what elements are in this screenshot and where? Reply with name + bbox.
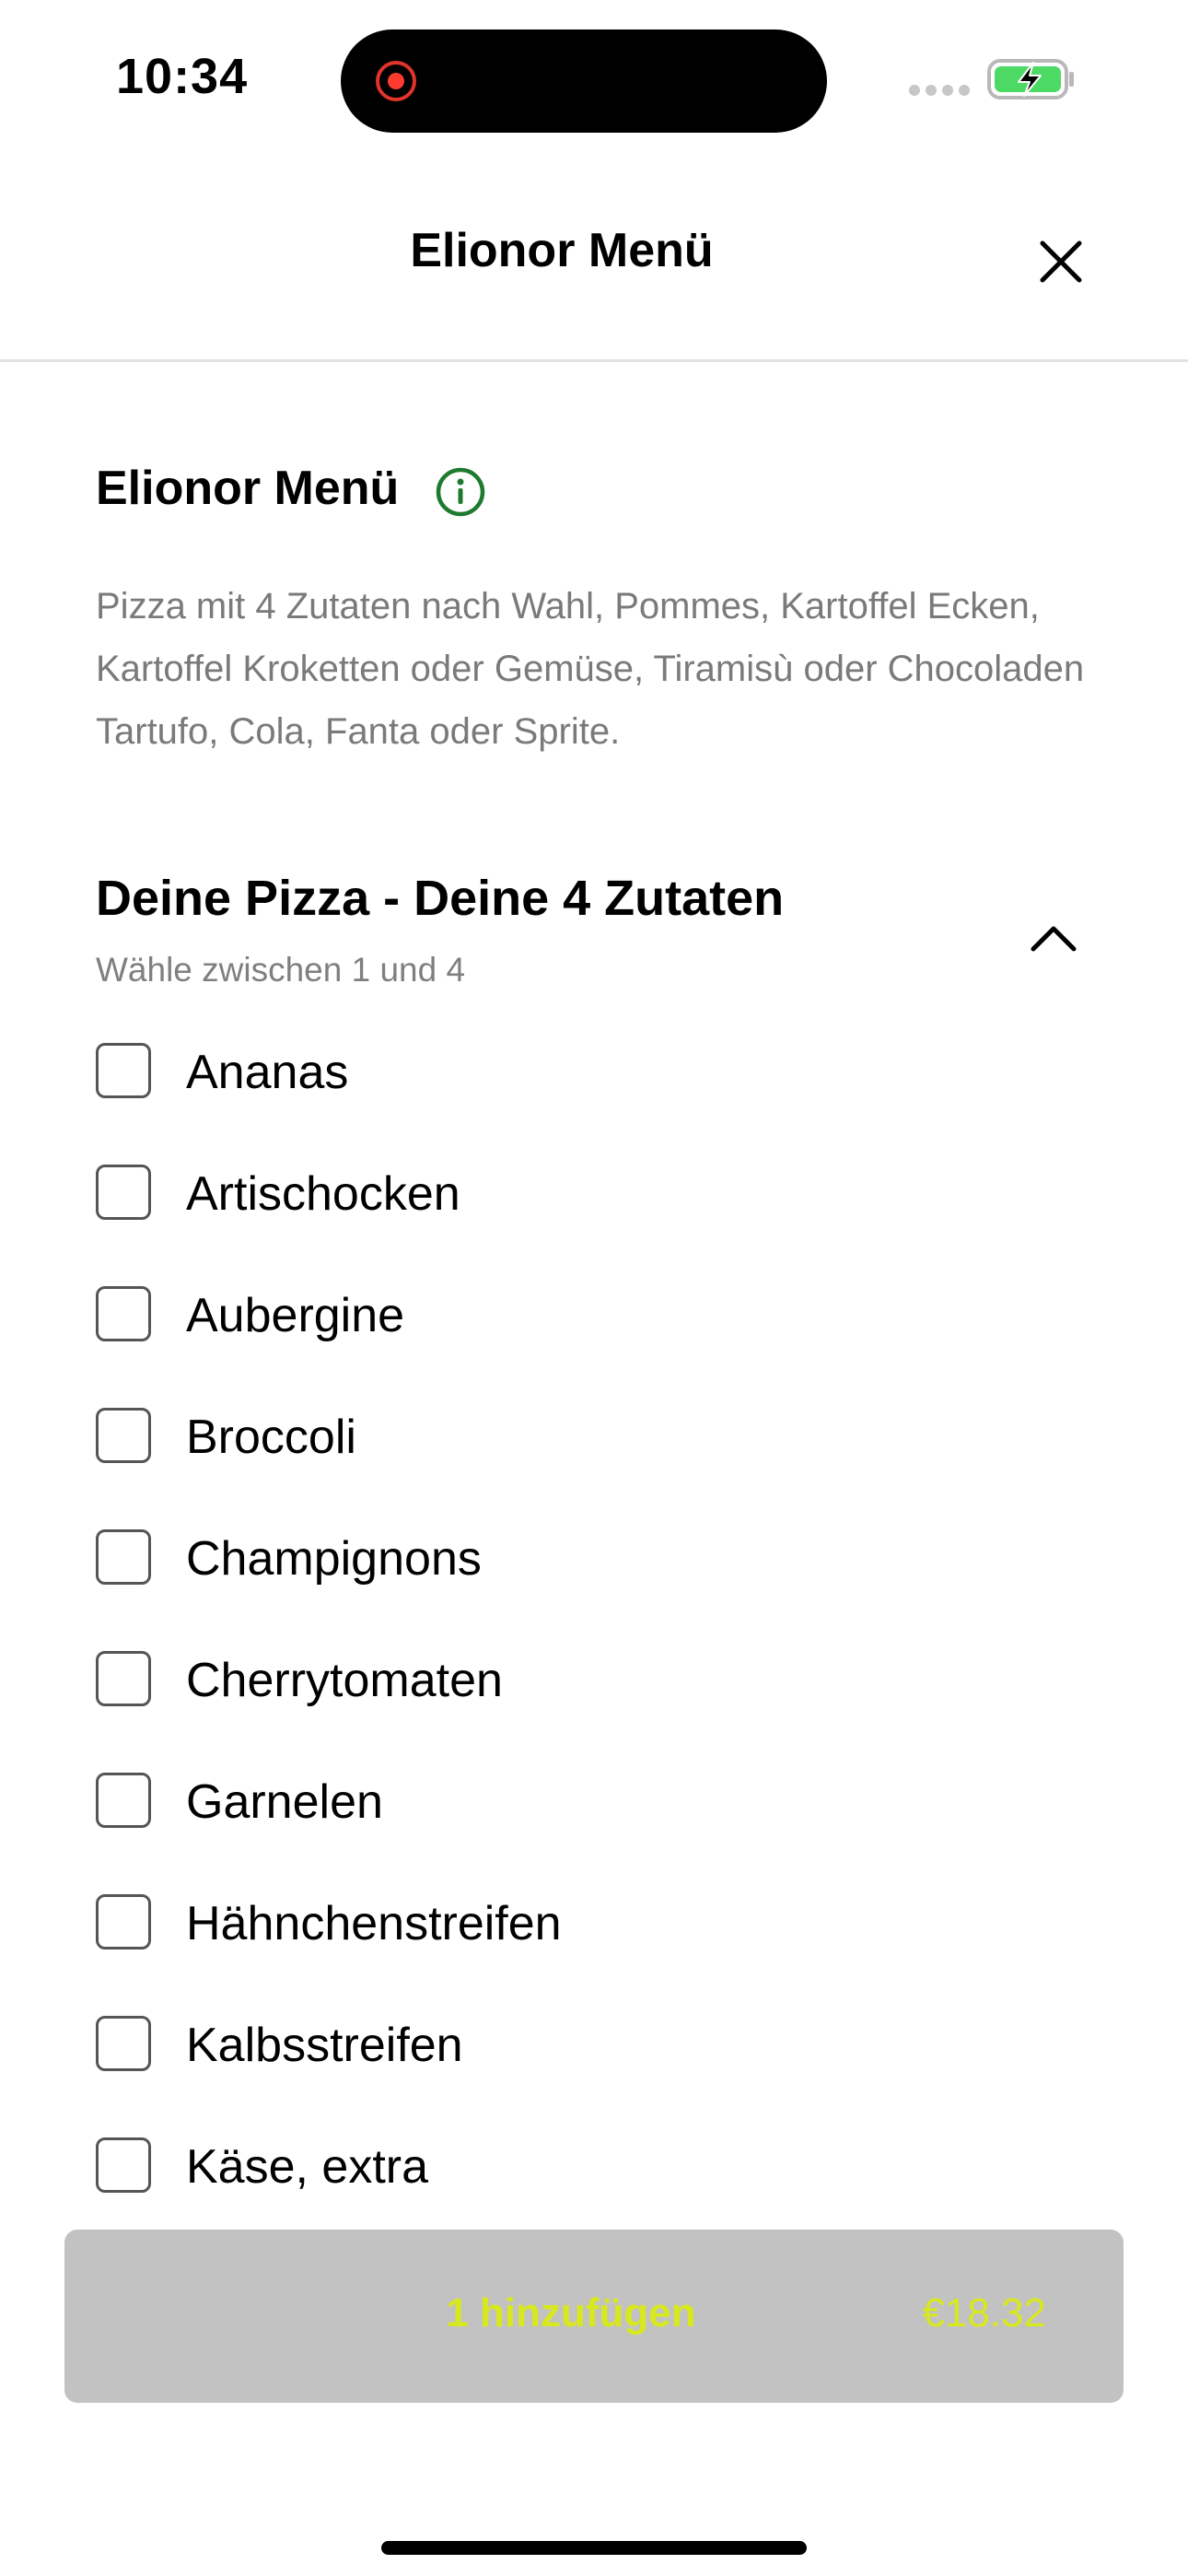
option-garnelen[interactable]: Garnelen	[96, 1773, 1017, 1832]
checkbox[interactable]	[96, 2016, 151, 2071]
option-label: Cherrytomaten	[186, 1654, 503, 1707]
option-cherrytomaten[interactable]: Cherrytomaten	[96, 1651, 1017, 1710]
option-broccoli[interactable]: Broccoli	[96, 1408, 1017, 1467]
checkbox[interactable]	[96, 1165, 151, 1220]
dynamic-island	[341, 29, 827, 133]
option-ananas[interactable]: Ananas	[96, 1043, 1017, 1102]
record-icon	[376, 61, 416, 101]
checkbox[interactable]	[96, 2137, 151, 2193]
home-indicator[interactable]	[381, 2541, 807, 2555]
option-label: Artischocken	[186, 1167, 460, 1221]
option-label: Aubergine	[186, 1289, 405, 1342]
option-group-subtitle: Wähle zwischen 1 und 4	[96, 951, 466, 989]
option-kalbsstreifen[interactable]: Kalbsstreifen	[96, 2016, 1017, 2075]
checkbox[interactable]	[96, 1529, 151, 1585]
checkbox[interactable]	[96, 1651, 151, 1706]
info-icon[interactable]	[435, 466, 486, 518]
option-label: Käse, extra	[186, 2140, 429, 2194]
modal-header: Elionor Menü	[0, 175, 1188, 362]
add-button-price: €18.32	[922, 2290, 1046, 2336]
option-group-title: Deine Pizza - Deine 4 Zutaten	[96, 871, 785, 926]
status-bar: 10:34	[0, 0, 1188, 157]
close-icon[interactable]	[1031, 232, 1090, 291]
option-aubergine[interactable]: Aubergine	[96, 1286, 1017, 1345]
option-label: Broccoli	[186, 1411, 356, 1464]
option-label: Hähnchenstreifen	[186, 1897, 562, 1950]
checkbox[interactable]	[96, 1286, 151, 1341]
header-title: Elionor Menü	[410, 224, 714, 277]
option-artischocken[interactable]: Artischocken	[96, 1165, 1017, 1224]
checkbox[interactable]	[96, 1043, 151, 1098]
option-haehnchenstreifen[interactable]: Hähnchenstreifen	[96, 1894, 1017, 1953]
chevron-up-icon[interactable]	[1024, 914, 1083, 958]
option-kaese-extra[interactable]: Käse, extra	[96, 2137, 1017, 2196]
signal-icon	[909, 85, 970, 96]
option-label: Ananas	[186, 1046, 349, 1099]
option-label: Garnelen	[186, 1775, 383, 1829]
checkbox[interactable]	[96, 1408, 151, 1463]
checkbox[interactable]	[96, 1773, 151, 1828]
menu-title: Elionor Menü	[96, 462, 400, 515]
option-label: Kalbsstreifen	[186, 2019, 463, 2072]
option-champignons[interactable]: Champignons	[96, 1529, 1017, 1588]
battery-charging-icon	[987, 59, 1074, 100]
checkbox[interactable]	[96, 1894, 151, 1950]
add-to-cart-button[interactable]: 1 hinzufügen €18.32	[64, 2230, 1124, 2403]
menu-description: Pizza mit 4 Zutaten nach Wahl, Pommes, K…	[96, 586, 1085, 752]
option-label: Champignons	[186, 1532, 482, 1586]
status-time: 10:34	[116, 49, 249, 104]
